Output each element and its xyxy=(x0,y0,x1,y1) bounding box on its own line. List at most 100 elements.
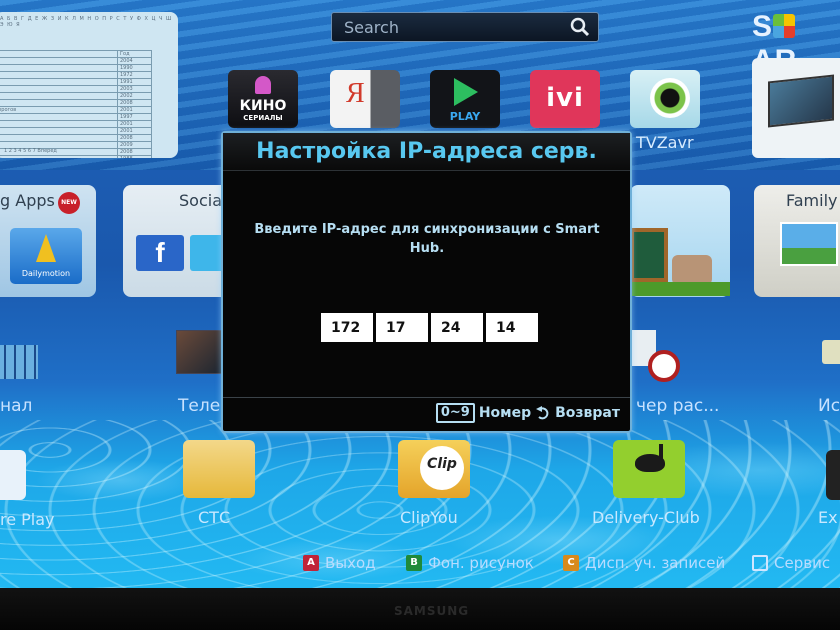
app-ivi[interactable]: ivi xyxy=(530,70,600,128)
table-row[interactable]: 2002 xyxy=(0,92,152,100)
app-kino-serialy[interactable]: КИНО СЕРИАЛЫ xyxy=(228,70,298,128)
table-header-row: Год xyxy=(0,50,152,58)
alarm-clock-icon[interactable] xyxy=(648,350,680,382)
title-cell xyxy=(0,134,118,142)
year-cell: 2001 xyxy=(117,127,152,135)
app-dailymotion[interactable]: Dailymotion xyxy=(10,228,82,284)
app-tvzavr[interactable] xyxy=(630,70,700,128)
smart-hub-screen: А Б В Г Д Е Ж З И К Л М Н О П Р С Т У Ф … xyxy=(0,0,840,588)
table-row[interactable]: 2004 xyxy=(0,57,152,65)
number-hint-label: Номер xyxy=(478,405,532,421)
return-icon[interactable] xyxy=(535,405,551,421)
footer-tools[interactable]: Сервис xyxy=(752,554,830,572)
table-row[interactable]: 2001 xyxy=(0,127,152,135)
table-row[interactable]: 1988 xyxy=(0,155,152,158)
new-badge: NEW xyxy=(58,192,80,214)
app-yandex[interactable]: Я xyxy=(330,70,400,128)
table-row[interactable]: фрогов2001 xyxy=(0,106,152,114)
app-label-screen-play: re Play xyxy=(0,510,55,529)
year-cell: 2008 xyxy=(117,99,152,107)
table-row[interactable]: 1990 xyxy=(0,64,152,72)
ip-settings-dialog: Настройка IP-адреса серв. Введите IP-адр… xyxy=(221,131,632,433)
table-row[interactable]: 1972 xyxy=(0,71,152,79)
tools-icon xyxy=(752,555,768,571)
samsung-logo: SAMSUNG xyxy=(394,604,470,618)
ip-octet-3[interactable] xyxy=(431,313,483,342)
web-browser-thumbnail[interactable]: А Б В Г Д Е Ж З И К Л М Н О П Р С Т У Ф … xyxy=(0,12,178,158)
tv-guide-icon[interactable] xyxy=(176,330,226,374)
title-cell xyxy=(0,99,118,107)
dailymotion-cone-icon xyxy=(36,234,56,262)
year-cell: 1991 xyxy=(117,78,152,86)
year-cell: 2004 xyxy=(117,57,152,65)
ip-octet-1[interactable] xyxy=(321,313,373,342)
title-cell xyxy=(0,85,118,93)
ip-address-fields xyxy=(321,313,538,342)
featured-tv-tile[interactable] xyxy=(752,58,840,158)
app-clipyou[interactable]: Clip xyxy=(398,440,470,498)
year-cell: 1990 xyxy=(117,64,152,72)
footer-wallpaper[interactable]: B Фон. рисунок xyxy=(406,554,534,572)
footer-exit[interactable]: A Выход xyxy=(303,554,376,572)
title-cell: фрогов xyxy=(0,106,118,114)
ghost-icon xyxy=(255,76,271,94)
green-b-key-icon: B xyxy=(406,555,422,571)
app-label: PLAY xyxy=(449,110,481,123)
app-label: Dailymotion xyxy=(21,269,71,278)
clipyou-logo-icon: Clip xyxy=(420,446,464,490)
title-cell xyxy=(0,71,118,79)
title-cell xyxy=(0,113,118,121)
app-label-clipyou: ClipYou xyxy=(400,508,458,527)
title-cell xyxy=(0,92,118,100)
app-label-delivery-club: Delivery-Club xyxy=(592,508,700,527)
ip-octet-2[interactable] xyxy=(376,313,428,342)
channel-icon[interactable] xyxy=(0,345,38,379)
search-box[interactable]: Search xyxy=(331,12,599,42)
ip-octet-4[interactable] xyxy=(486,313,538,342)
year-cell: 2008 xyxy=(117,134,152,142)
movie-table: Год2004199019721991200320022008фрогов200… xyxy=(0,50,152,158)
year-cell: 2003 xyxy=(117,85,152,93)
table-row[interactable]: 1991 xyxy=(0,78,152,86)
label-scheduler: чер рас... xyxy=(636,396,720,416)
app-delivery-club[interactable] xyxy=(613,440,685,498)
return-label[interactable]: Возврат xyxy=(555,405,620,421)
year-cell: 2009 xyxy=(117,141,152,149)
pagination[interactable]: 1 2 3 4 5 6 7 Вперед xyxy=(4,148,57,154)
smart-cube-icon xyxy=(773,14,796,38)
year-header: Год xyxy=(117,50,152,58)
table-row[interactable]: 2008 xyxy=(0,134,152,142)
table-row[interactable]: 1997 xyxy=(0,113,152,121)
app-label-ctc: СТС xyxy=(198,508,231,527)
table-row[interactable]: 2003 xyxy=(0,85,152,93)
photo-icon xyxy=(780,222,838,266)
title-cell xyxy=(0,78,118,86)
footer-account-manager[interactable]: C Дисп. уч. записей xyxy=(563,554,725,572)
footer-label: Дисп. уч. записей xyxy=(585,554,726,572)
table-row[interactable]: 2001 xyxy=(0,120,152,128)
app-subtitle: СЕРИАЛЫ xyxy=(243,114,283,122)
footer-label: Фон. рисунок xyxy=(428,554,534,572)
alphabet-index: А Б В Г Д Е Ж З И К Л М Н О П Р С Т У Ф … xyxy=(0,16,173,28)
table-cell xyxy=(0,50,118,58)
play-triangle-icon xyxy=(454,78,478,106)
source-icon[interactable] xyxy=(822,340,840,364)
dialog-message: Введите IP-адрес для синхронизации с Sma… xyxy=(254,222,600,256)
dialog-title: Настройка IP-адреса серв. xyxy=(223,133,630,171)
app-label-tvzavr: TVZavr xyxy=(636,133,694,152)
eye-icon xyxy=(650,78,690,118)
app-screen-play[interactable] xyxy=(0,450,26,500)
app-ctc[interactable] xyxy=(183,440,255,498)
year-cell: 1997 xyxy=(117,113,152,121)
ostrich-neck xyxy=(659,444,663,460)
footer-label: Сервис xyxy=(774,554,831,572)
app-explore[interactable] xyxy=(826,450,840,500)
facebook-icon: f xyxy=(136,235,184,271)
category-title: Socia xyxy=(179,191,222,210)
year-cell: 2002 xyxy=(117,92,152,100)
table-row[interactable]: 2008 xyxy=(0,99,152,107)
title-cell xyxy=(0,155,118,158)
app-play[interactable]: PLAY xyxy=(430,70,500,128)
title-cell xyxy=(0,64,118,72)
category-title: Family xyxy=(786,191,838,210)
